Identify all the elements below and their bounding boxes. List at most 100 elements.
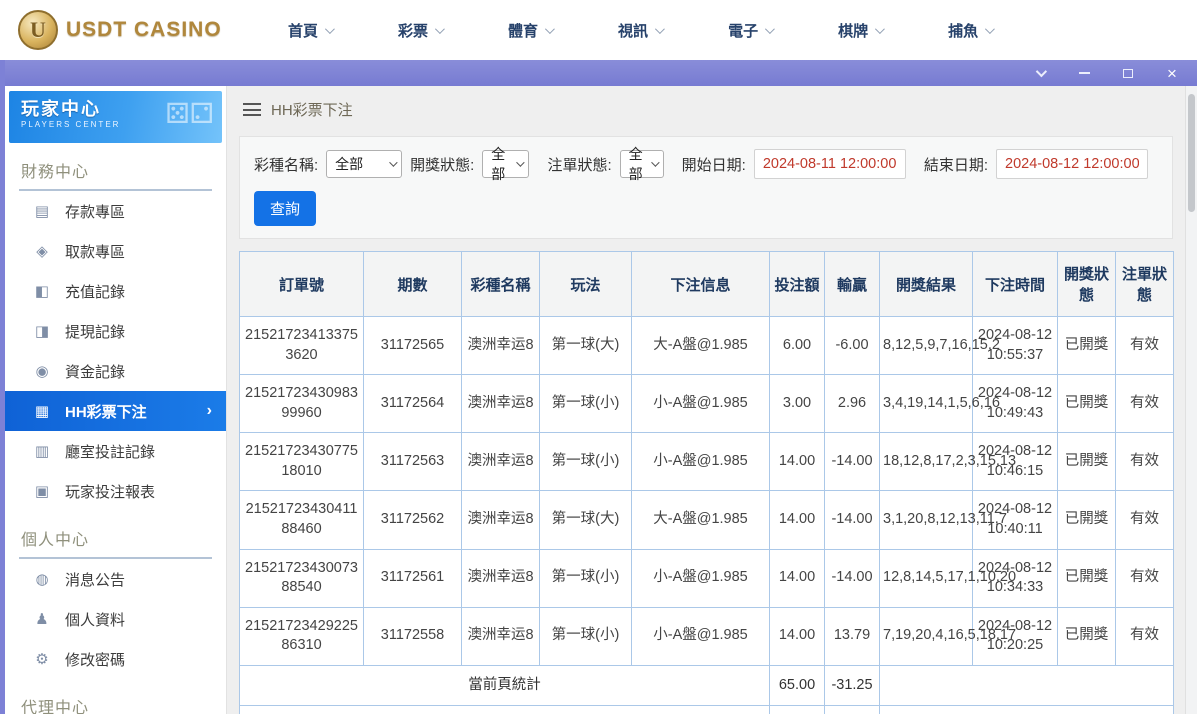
sidebar-item-label: HH彩票下注 xyxy=(65,401,147,422)
chevron-down-icon xyxy=(655,24,665,34)
nav-item-lottery[interactable]: 彩票 xyxy=(398,20,442,41)
chevron-down-icon xyxy=(545,24,555,34)
sidebar-item-profile[interactable]: ♟ 個人資料 xyxy=(5,599,226,639)
window-collapse-button[interactable] xyxy=(1029,63,1051,83)
order-status-select[interactable]: 全部 xyxy=(620,150,664,178)
bets-table: 訂單號 期數 彩種名稱 玩法 下注信息 投注額 輸贏 開獎結果 下注時間 開獎狀… xyxy=(239,251,1174,714)
cell-draw-status: 已開獎 xyxy=(1058,375,1116,433)
query-button[interactable]: 查詢 xyxy=(254,191,316,226)
col-header-draw-result: 開獎結果 xyxy=(880,252,973,317)
footer-total-empty xyxy=(880,706,1174,714)
lottery-type-select[interactable]: 全部 xyxy=(326,150,402,178)
col-header-bet-info: 下注信息 xyxy=(632,252,770,317)
cell-bet-info: 小-A盤@1.985 xyxy=(632,433,770,491)
end-date-input[interactable] xyxy=(996,149,1148,179)
chevron-down-icon xyxy=(985,24,995,34)
nav-item-slots[interactable]: 電子 xyxy=(728,20,772,41)
cell-period: 31172558 xyxy=(364,607,462,665)
cell-lottery-name: 澳洲幸运8 xyxy=(462,375,540,433)
nav-item-cards[interactable]: 棋牌 xyxy=(838,20,882,41)
table-row: 21521723413375362031172565澳洲幸运8第一球(大)大-A… xyxy=(240,317,1174,375)
window-minimize-button[interactable] xyxy=(1073,63,1095,83)
cell-win-loss: -14.00 xyxy=(825,491,880,549)
scrollbar-thumb[interactable] xyxy=(1188,94,1195,212)
withdraw-icon: ◈ xyxy=(33,242,51,260)
cell-win-loss: -14.00 xyxy=(825,433,880,491)
sidebar-item-room-bet-records[interactable]: ▥ 廳室投註記錄 xyxy=(5,431,226,471)
vertical-scrollbar[interactable] xyxy=(1185,86,1197,714)
nav-item-video[interactable]: 視訊 xyxy=(618,20,662,41)
table-row: 215217234300738854031172561澳洲幸运8第一球(小)小-… xyxy=(240,549,1174,607)
dice-icon: ⚄⚁ xyxy=(165,97,214,130)
sidebar-item-recharge-records[interactable]: ◧ 充值記錄 xyxy=(5,271,226,311)
start-date-input[interactable] xyxy=(754,149,906,179)
sidebar-item-deposit[interactable]: ▤ 存款專區 xyxy=(5,191,226,231)
gear-icon: ⚙ xyxy=(33,650,51,668)
cell-order-no: 2152172342922586310 xyxy=(240,607,364,665)
table-body: 21521723413375362031172565澳洲幸运8第一球(大)大-A… xyxy=(240,317,1174,666)
table-row: 215217234292258631031172558澳洲幸运8第一球(小)小-… xyxy=(240,607,1174,665)
cell-draw-result: 7,19,20,4,16,5,18,17 xyxy=(880,607,973,665)
end-date-label: 結束日期: xyxy=(924,154,988,175)
col-header-bet-amount: 投注額 xyxy=(770,252,825,317)
cell-bet-info: 小-A盤@1.985 xyxy=(632,607,770,665)
room-records-icon: ▥ xyxy=(33,442,51,460)
cell-play-type: 第一球(小) xyxy=(540,549,632,607)
sidebar: 玩家中心 PLAYERS CENTER ⚄⚁ 財務中心 ▤ 存款專區 ◈ 取款專… xyxy=(5,86,227,714)
cell-draw-status: 已開獎 xyxy=(1058,549,1116,607)
table-footer-row: 總統計 65.00 -31.25 xyxy=(240,706,1174,714)
cell-bet-info: 小-A盤@1.985 xyxy=(632,375,770,433)
cell-lottery-name: 澳洲幸运8 xyxy=(462,607,540,665)
cell-order-no: 2152172343098399960 xyxy=(240,375,364,433)
logo[interactable]: U USDT CASINO xyxy=(18,10,248,50)
cell-draw-result: 8,12,5,9,7,16,15,2 xyxy=(880,317,973,375)
breadcrumb: HH彩票下注 xyxy=(227,86,1185,126)
cell-bet-amount: 14.00 xyxy=(770,607,825,665)
sidebar-item-change-password[interactable]: ⚙ 修改密碼 xyxy=(5,639,226,679)
cell-bet-amount: 3.00 xyxy=(770,375,825,433)
cell-win-loss: 2.96 xyxy=(825,375,880,433)
sidebar-item-hh-lottery-bets[interactable]: ▦ HH彩票下注 › xyxy=(5,391,226,431)
cell-draw-result: 3,4,19,14,1,5,6,16 xyxy=(880,375,973,433)
nav-item-label: 首頁 xyxy=(288,20,318,41)
table-row: 215217234304118846031172562澳洲幸运8第一球(大)大-… xyxy=(240,491,1174,549)
cell-order-status: 有效 xyxy=(1116,317,1174,375)
hamburger-menu-icon[interactable] xyxy=(243,103,261,116)
footer-total-bet-total: 65.00 xyxy=(770,706,825,714)
nav-item-sports[interactable]: 體育 xyxy=(508,20,552,41)
cell-draw-result: 3,1,20,8,12,13,11,7 xyxy=(880,491,973,549)
cell-order-status: 有效 xyxy=(1116,433,1174,491)
nav-item-home[interactable]: 首頁 xyxy=(288,20,332,41)
cell-play-type: 第一球(大) xyxy=(540,491,632,549)
cell-bet-amount: 14.00 xyxy=(770,433,825,491)
maximize-icon xyxy=(1123,69,1133,78)
cell-draw-result: 18,12,8,17,2,3,15,13 xyxy=(880,433,973,491)
nav-item-label: 體育 xyxy=(508,20,538,41)
col-header-order-no: 訂單號 xyxy=(240,252,364,317)
cell-bet-info: 大-A盤@1.985 xyxy=(632,491,770,549)
cell-bet-amount: 14.00 xyxy=(770,549,825,607)
sidebar-item-announcements[interactable]: ◍ 消息公告 xyxy=(5,559,226,599)
screen: U USDT CASINO 首頁 彩票 體育 視訊 電子 xyxy=(0,0,1197,714)
draw-status-select[interactable]: 全部 xyxy=(482,150,529,178)
minimize-icon xyxy=(1079,72,1090,74)
sidebar-item-withdraw[interactable]: ◈ 取款專區 xyxy=(5,231,226,271)
cell-order-status: 有效 xyxy=(1116,607,1174,665)
col-header-bet-time: 下注時間 xyxy=(973,252,1058,317)
cell-lottery-name: 澳洲幸运8 xyxy=(462,549,540,607)
order-status-label: 注單狀態: xyxy=(547,154,611,175)
sidebar-item-withdraw-records[interactable]: ◨ 提現記錄 xyxy=(5,311,226,351)
cell-bet-info: 小-A盤@1.985 xyxy=(632,549,770,607)
cell-order-no: 2152172343077518010 xyxy=(240,433,364,491)
cell-win-loss: -14.00 xyxy=(825,549,880,607)
report-icon: ▣ xyxy=(33,482,51,500)
window-close-button[interactable]: × xyxy=(1161,63,1183,83)
sidebar-item-player-bet-report[interactable]: ▣ 玩家投注報表 xyxy=(5,471,226,511)
nav-item-fishing[interactable]: 捕魚 xyxy=(948,20,992,41)
footer-page-empty xyxy=(880,665,1174,706)
sidebar-item-label: 取款專區 xyxy=(65,241,125,262)
window-maximize-button[interactable] xyxy=(1117,63,1139,83)
chevron-down-icon xyxy=(325,24,335,34)
sidebar-item-funds-records[interactable]: ◉ 資金記錄 xyxy=(5,351,226,391)
logo-icon: U xyxy=(18,10,58,50)
